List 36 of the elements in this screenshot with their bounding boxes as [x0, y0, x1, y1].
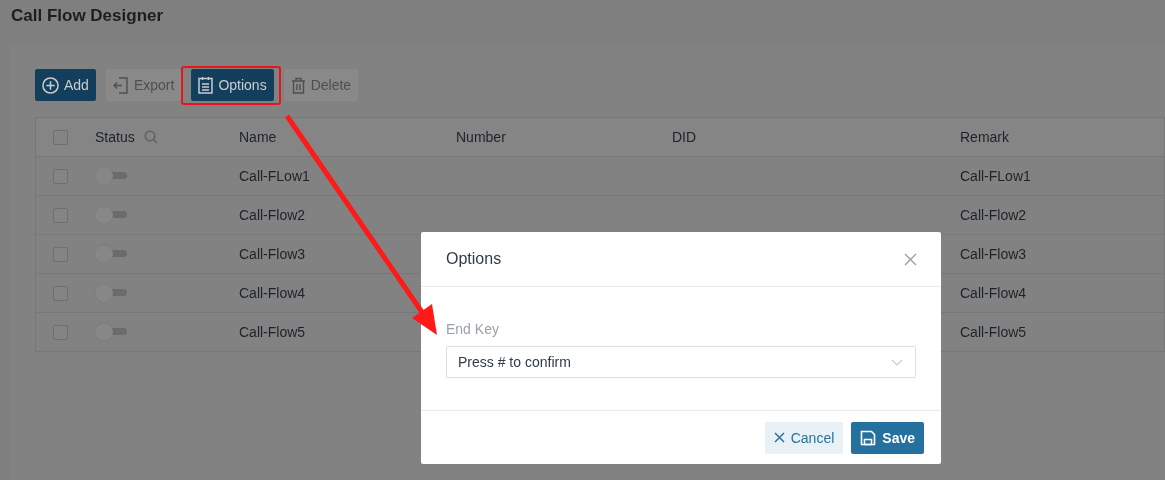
table-cell: Call-Flow3	[960, 246, 1027, 262]
table-cell: Call-Flow2	[960, 207, 1027, 223]
toolbar-button[interactable]: Add	[35, 69, 96, 101]
column-header: Status	[95, 129, 135, 145]
status-toggle[interactable]	[95, 167, 129, 185]
trash-icon	[290, 76, 306, 94]
dialog-title: Options	[446, 250, 502, 268]
cancel-button[interactable]: Cancel	[764, 421, 844, 454]
toolbar-button[interactable]: Options	[191, 69, 274, 101]
export-icon	[112, 76, 129, 94]
column-header: DID	[672, 129, 697, 145]
status-toggle[interactable]	[95, 245, 129, 263]
status-toggle[interactable]	[95, 206, 129, 224]
table-cell: Call-Flow4	[960, 285, 1027, 301]
field-label: End Key	[446, 321, 499, 337]
table-cell: Call-FLow1	[239, 168, 310, 184]
page-title: Call Flow Designer	[11, 6, 164, 26]
close-icon	[773, 432, 785, 443]
end-key-dropdown[interactable]: Press # to confirm	[446, 346, 916, 378]
close-icon[interactable]	[904, 252, 917, 266]
table-cell: Call-Flow4	[239, 285, 306, 301]
search-icon[interactable]	[143, 130, 158, 144]
clipboard-icon	[198, 76, 214, 94]
table-cell: Call-Flow2	[239, 207, 306, 223]
column-header: Number	[456, 129, 506, 145]
status-toggle[interactable]	[95, 323, 129, 341]
table-cell: Call-Flow3	[239, 246, 306, 262]
column-header: Remark	[960, 129, 1009, 145]
column-header: Name	[239, 129, 277, 145]
table-cell: Call-Flow5	[960, 324, 1027, 340]
save-button[interactable]: Save	[851, 421, 924, 454]
table-cell: Call-FLow1	[960, 168, 1031, 184]
status-toggle[interactable]	[95, 284, 129, 302]
table-cell: Call-Flow5	[239, 324, 306, 340]
plus-circle-icon	[42, 76, 59, 94]
chevron-down-icon	[891, 358, 903, 366]
